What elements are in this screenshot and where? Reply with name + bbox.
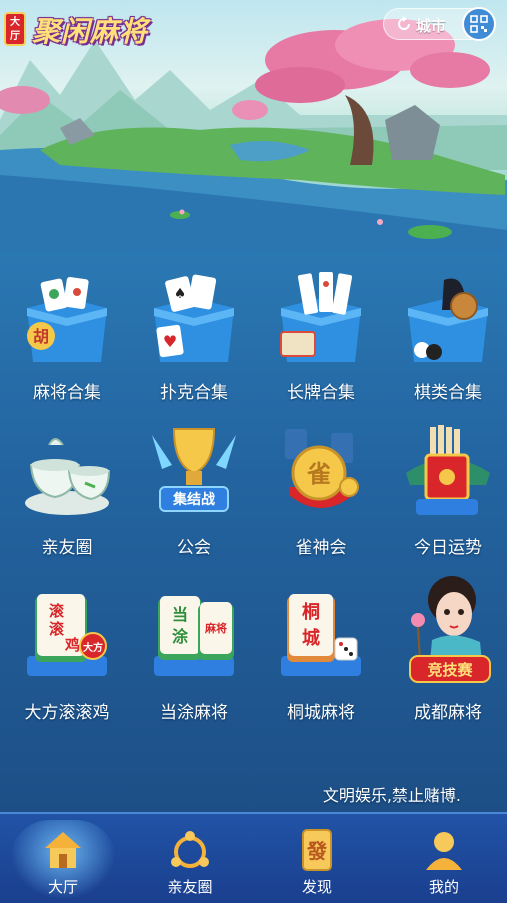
gold-coin-icon: 雀	[285, 429, 359, 508]
game-label: 成都麻将	[414, 703, 482, 723]
lobby-badge: 大厅	[4, 12, 26, 46]
nav-label: 发现	[301, 878, 332, 896]
girl-character-icon: 竞技赛	[409, 576, 491, 683]
trophy-icon: 集结战	[152, 428, 236, 512]
house-icon	[45, 832, 81, 868]
refresh-icon	[398, 16, 410, 30]
chess-box-icon	[408, 278, 488, 362]
svg-text:桐: 桐	[302, 601, 320, 623]
game-tile-mahjong-master[interactable]: 雀 雀神会	[261, 425, 381, 575]
nav-tab-friend-circle[interactable]: 亲友圈	[127, 814, 253, 903]
game-label: 今日运势	[414, 538, 482, 558]
game-tile-long-card-collection[interactable]: 长牌合集	[261, 270, 381, 420]
mahjong-tile-icon: 当 涂 麻将	[154, 596, 234, 676]
svg-text:♥: ♥	[163, 332, 177, 351]
game-label: 大方滚滚鸡	[24, 703, 110, 723]
svg-text:♠: ♠	[174, 286, 187, 302]
game-grid: 胡 麻将合集 ♠ ♥ 扑克合集 长牌合集 棋类合集 亲友圈 集结战 公会 雀 雀…	[0, 250, 507, 812]
city-selector-button[interactable]: 城市	[383, 7, 496, 41]
game-tile-chess-collection[interactable]: 棋类合集	[388, 270, 507, 420]
game-tile-dafang-gungunji[interactable]: 滚 滚 鸡 大方 大方滚滚鸡	[7, 590, 127, 740]
game-tile-dangtu-mahjong[interactable]: 当 涂 麻将 当涂麻将	[134, 590, 254, 740]
long-card-box-icon	[280, 272, 361, 362]
lobby-screen: 大厅 聚闲麻将 城市 胡 麻将合集 ♠ ♥ 扑克合集 长牌合集 棋类合集 亲友圈…	[0, 0, 507, 903]
fortune-box-icon	[406, 425, 490, 515]
qr-code-icon	[470, 15, 488, 33]
game-tile-daily-fortune[interactable]: 今日运势	[388, 425, 507, 575]
notice-text: 文明娱乐,禁止赌博.	[322, 786, 461, 805]
game-tile-chengdu-mahjong[interactable]: 竞技赛 成都麻将	[388, 570, 507, 740]
nav-tab-lobby[interactable]: 大厅	[0, 814, 126, 903]
game-label: 亲友圈	[41, 538, 93, 558]
game-label: 长牌合集	[287, 383, 355, 403]
svg-text:鸡: 鸡	[64, 636, 80, 654]
svg-text:大方: 大方	[83, 641, 103, 654]
nav-tab-discover[interactable]: 發 发现	[254, 814, 380, 903]
svg-text:当: 当	[172, 605, 188, 624]
game-label: 雀神会	[295, 538, 347, 558]
hero-scenery: 大厅 聚闲麻将 城市	[0, 0, 507, 250]
nav-tab-mine[interactable]: 我的	[381, 814, 507, 903]
coin-char: 雀	[307, 460, 331, 488]
game-label: 扑克合集	[160, 383, 228, 403]
nav-label: 大厅	[47, 878, 78, 896]
game-tile-poker-collection[interactable]: ♠ ♥ 扑克合集	[134, 270, 254, 420]
mahjong-box-icon: 胡	[27, 277, 107, 362]
bottom-navigation: 大厅 亲友圈 發 发现 我的	[0, 812, 507, 903]
mahjong-tile-icon: 滚 滚 鸡 大方	[27, 594, 107, 676]
game-label: 公会	[177, 538, 211, 558]
circle-share-icon	[171, 831, 209, 868]
svg-text:滚: 滚	[49, 620, 65, 638]
game-tile-mahjong-collection[interactable]: 胡 麻将合集	[7, 270, 127, 420]
game-tile-guild[interactable]: 集结战 公会	[134, 425, 254, 575]
qr-code-button[interactable]	[462, 7, 496, 41]
svg-text:涂: 涂	[172, 627, 189, 646]
game-label: 当涂麻将	[160, 703, 228, 723]
game-tile-friend-circle[interactable]: 亲友圈	[7, 425, 127, 575]
guild-badge-text: 集结战	[172, 491, 215, 508]
mahjong-tile-icon: 桐 城	[281, 594, 361, 676]
game-tile-tongcheng-mahjong[interactable]: 桐 城 桐城麻将	[261, 590, 381, 740]
game-label: 桐城麻将	[287, 703, 355, 723]
svg-text:滚: 滚	[49, 602, 65, 620]
user-icon	[426, 832, 462, 870]
nav-label: 亲友圈	[167, 878, 213, 896]
game-label: 棋类合集	[414, 383, 482, 403]
city-label: 城市	[416, 17, 447, 35]
svg-text:竞技赛: 竞技赛	[427, 661, 473, 679]
game-label: 麻将合集	[33, 383, 101, 403]
tea-set-icon	[25, 438, 111, 515]
fa-tile-icon: 發	[302, 829, 332, 871]
poker-box-icon: ♠ ♥	[154, 274, 234, 362]
svg-text:發: 發	[306, 839, 327, 863]
nav-label: 我的	[428, 878, 459, 896]
app-logo: 大厅 聚闲麻将	[4, 6, 154, 52]
app-title: 聚闲麻将	[32, 15, 149, 48]
svg-text:城: 城	[302, 627, 320, 649]
svg-text:胡: 胡	[33, 327, 49, 346]
svg-text:麻将: 麻将	[204, 621, 227, 635]
